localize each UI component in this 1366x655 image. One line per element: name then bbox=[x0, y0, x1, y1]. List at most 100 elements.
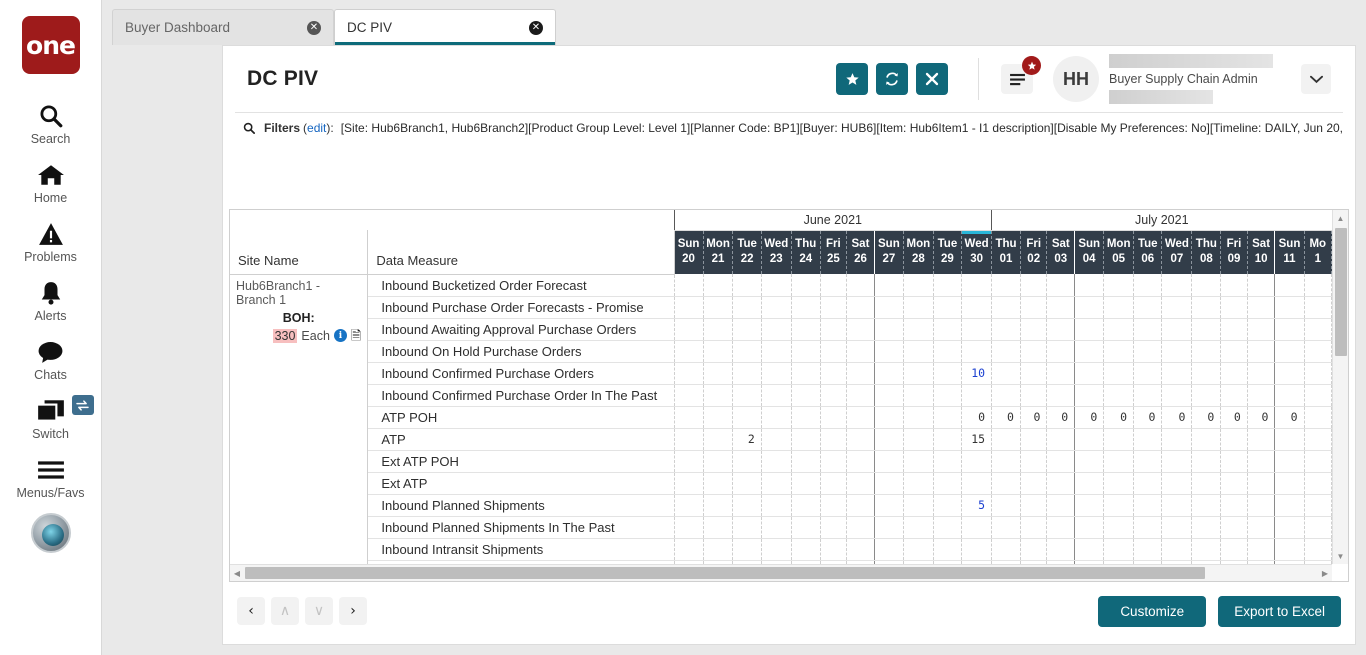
data-cell[interactable] bbox=[674, 538, 703, 560]
data-cell[interactable] bbox=[874, 428, 903, 450]
day-column-header[interactable]: Sat10 bbox=[1247, 230, 1275, 274]
data-cell[interactable] bbox=[1304, 340, 1331, 362]
data-measure-cell[interactable]: Inbound Confirmed Purchase Order In The … bbox=[368, 384, 674, 406]
data-cell[interactable] bbox=[874, 406, 903, 428]
data-cell[interactable] bbox=[1162, 274, 1192, 296]
data-cell[interactable] bbox=[933, 340, 961, 362]
data-cell[interactable] bbox=[847, 406, 875, 428]
data-cell[interactable] bbox=[1247, 340, 1275, 362]
data-cell[interactable] bbox=[1192, 516, 1221, 538]
data-cell[interactable] bbox=[847, 538, 875, 560]
data-cell[interactable] bbox=[992, 274, 1021, 296]
data-cell[interactable] bbox=[761, 494, 791, 516]
data-cell[interactable] bbox=[1020, 428, 1046, 450]
data-cell[interactable] bbox=[1275, 494, 1304, 516]
data-cell[interactable] bbox=[1192, 362, 1221, 384]
data-cell[interactable] bbox=[733, 450, 761, 472]
data-cell[interactable] bbox=[1134, 296, 1162, 318]
data-cell[interactable] bbox=[992, 362, 1021, 384]
data-cell[interactable] bbox=[1020, 494, 1046, 516]
data-cell[interactable] bbox=[791, 274, 820, 296]
data-cell[interactable] bbox=[1275, 274, 1304, 296]
quick-menu-button[interactable] bbox=[1001, 64, 1033, 94]
data-cell[interactable] bbox=[847, 428, 875, 450]
data-cell[interactable] bbox=[1075, 296, 1104, 318]
data-cell[interactable] bbox=[703, 340, 733, 362]
data-cell[interactable] bbox=[703, 274, 733, 296]
data-cell[interactable] bbox=[1104, 340, 1134, 362]
data-cell[interactable] bbox=[1247, 362, 1275, 384]
data-cell[interactable] bbox=[933, 318, 961, 340]
data-cell[interactable] bbox=[933, 406, 961, 428]
data-cell[interactable] bbox=[703, 384, 733, 406]
data-cell[interactable] bbox=[733, 274, 761, 296]
export-to-excel-button[interactable]: Export to Excel bbox=[1218, 596, 1341, 627]
data-cell[interactable] bbox=[1192, 340, 1221, 362]
data-cell[interactable] bbox=[1075, 428, 1104, 450]
sidebar-item-menus-favs[interactable]: Menus/Favs bbox=[0, 448, 102, 507]
data-cell[interactable] bbox=[1047, 428, 1075, 450]
data-cell[interactable] bbox=[820, 384, 846, 406]
data-cell[interactable] bbox=[874, 516, 903, 538]
data-cell[interactable] bbox=[1247, 384, 1275, 406]
data-cell[interactable] bbox=[703, 516, 733, 538]
data-cell[interactable] bbox=[903, 406, 933, 428]
data-cell[interactable] bbox=[820, 516, 846, 538]
data-cell[interactable] bbox=[962, 274, 992, 296]
day-column-header[interactable]: Fri02 bbox=[1020, 230, 1046, 274]
day-column-header[interactable]: Mon28 bbox=[903, 230, 933, 274]
data-cell[interactable] bbox=[1221, 384, 1247, 406]
data-cell[interactable] bbox=[1162, 494, 1192, 516]
data-cell[interactable] bbox=[1047, 362, 1075, 384]
data-cell[interactable] bbox=[820, 538, 846, 560]
data-cell[interactable] bbox=[874, 340, 903, 362]
data-cell[interactable]: 0 bbox=[1047, 406, 1075, 428]
data-cell[interactable] bbox=[674, 384, 703, 406]
data-cell[interactable] bbox=[1192, 274, 1221, 296]
data-cell[interactable] bbox=[820, 318, 846, 340]
day-column-header[interactable]: Sun11 bbox=[1275, 230, 1304, 274]
scroll-left-arrow-icon[interactable]: ◀ bbox=[230, 565, 244, 581]
day-column-header[interactable]: Wed30 bbox=[962, 230, 992, 274]
data-cell[interactable] bbox=[791, 340, 820, 362]
data-cell[interactable] bbox=[761, 450, 791, 472]
day-column-header[interactable]: Sat26 bbox=[847, 230, 875, 274]
data-cell[interactable] bbox=[874, 362, 903, 384]
data-cell[interactable] bbox=[903, 428, 933, 450]
data-cell[interactable] bbox=[791, 406, 820, 428]
data-cell[interactable] bbox=[1104, 384, 1134, 406]
sidebar-item-switch[interactable]: Switch bbox=[0, 389, 102, 448]
data-cell[interactable] bbox=[733, 384, 761, 406]
data-cell[interactable] bbox=[1162, 296, 1192, 318]
vertical-scroll-thumb[interactable] bbox=[1335, 228, 1347, 356]
customize-button[interactable]: Customize bbox=[1098, 596, 1206, 627]
data-cell[interactable] bbox=[1075, 516, 1104, 538]
data-cell[interactable] bbox=[733, 406, 761, 428]
data-cell[interactable] bbox=[903, 516, 933, 538]
data-cell[interactable]: 0 bbox=[1075, 406, 1104, 428]
data-cell[interactable] bbox=[1162, 362, 1192, 384]
data-cell[interactable] bbox=[761, 318, 791, 340]
data-cell[interactable] bbox=[1275, 450, 1304, 472]
data-cell[interactable] bbox=[1104, 318, 1134, 340]
data-cell[interactable] bbox=[733, 538, 761, 560]
data-cell[interactable]: 0 bbox=[1247, 406, 1275, 428]
data-cell[interactable] bbox=[874, 296, 903, 318]
day-column-header[interactable]: Thu01 bbox=[992, 230, 1021, 274]
data-cell[interactable] bbox=[903, 318, 933, 340]
data-cell[interactable] bbox=[1134, 450, 1162, 472]
data-cell[interactable]: 10 bbox=[962, 362, 992, 384]
data-cell[interactable] bbox=[1221, 538, 1247, 560]
data-cell[interactable] bbox=[761, 340, 791, 362]
data-cell[interactable] bbox=[847, 362, 875, 384]
data-cell[interactable] bbox=[1020, 538, 1046, 560]
data-cell[interactable] bbox=[962, 516, 992, 538]
day-column-header[interactable]: Sun04 bbox=[1075, 230, 1104, 274]
data-cell[interactable] bbox=[903, 450, 933, 472]
data-cell[interactable] bbox=[933, 472, 961, 494]
data-cell[interactable] bbox=[1304, 516, 1331, 538]
day-column-header[interactable]: Mon05 bbox=[1104, 230, 1134, 274]
scroll-up-arrow-icon[interactable]: ▲ bbox=[1333, 210, 1348, 226]
data-cell[interactable] bbox=[703, 472, 733, 494]
data-cell[interactable] bbox=[761, 274, 791, 296]
